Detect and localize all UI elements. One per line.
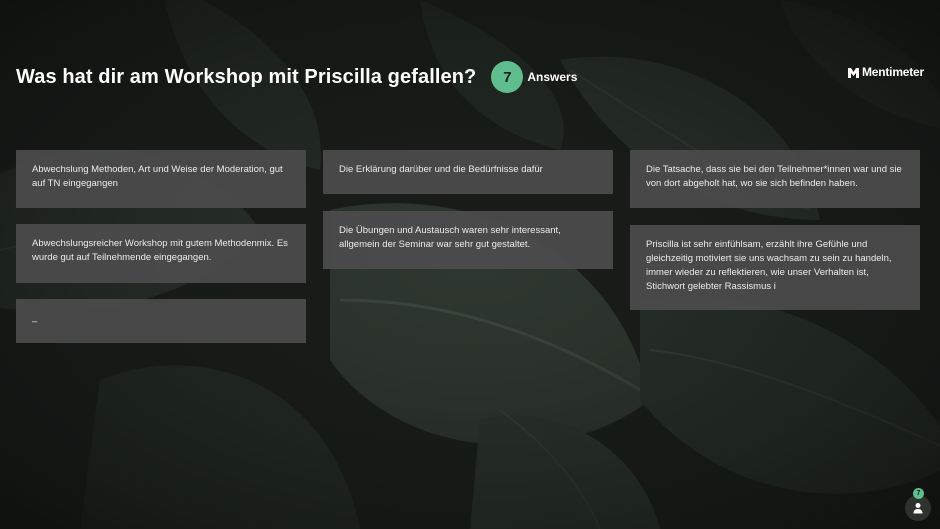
question-title: Was hat dir am Workshop mit Priscilla ge… [16,65,477,88]
participant-count-badge: 7 [913,488,924,499]
answer-text: Abwechslungsreicher Workshop mit gutem M… [32,238,288,263]
person-icon [913,503,923,514]
answer-text: Die Tatsache, dass sie bei den Teilnehme… [646,164,902,189]
answer-text: Priscilla ist sehr einfühlsam, erzählt i… [646,239,892,292]
answer-card: – [16,299,306,343]
answer-card: Die Tatsache, dass sie bei den Teilnehme… [630,150,920,208]
brand-name: Mentimeter [861,65,924,79]
answer-card: Abwechslung Methoden, Art und Weise der … [16,150,306,208]
answers-label: Answers [527,70,578,84]
answer-text: Abwechslung Methoden, Art und Weise der … [32,164,283,189]
answer-count-badge: 7 [491,61,524,93]
answer-text: Die Erklärung darüber und die Bedürfniss… [339,164,543,175]
question-header: Was hat dir am Workshop mit Priscilla ge… [16,60,577,94]
answer-card: Priscilla ist sehr einfühlsam, erzählt i… [630,225,920,310]
answer-card: Die Übungen und Austausch waren sehr int… [323,211,613,269]
mentimeter-logo-icon [847,67,859,78]
answer-text: Die Übungen und Austausch waren sehr int… [339,225,561,250]
mentimeter-brand: Mentimeter [847,65,924,79]
answer-card: Die Erklärung darüber und die Bedürfniss… [323,150,613,194]
answer-card: Abwechslungsreicher Workshop mit gutem M… [16,224,306,283]
answer-text: – [32,316,38,327]
